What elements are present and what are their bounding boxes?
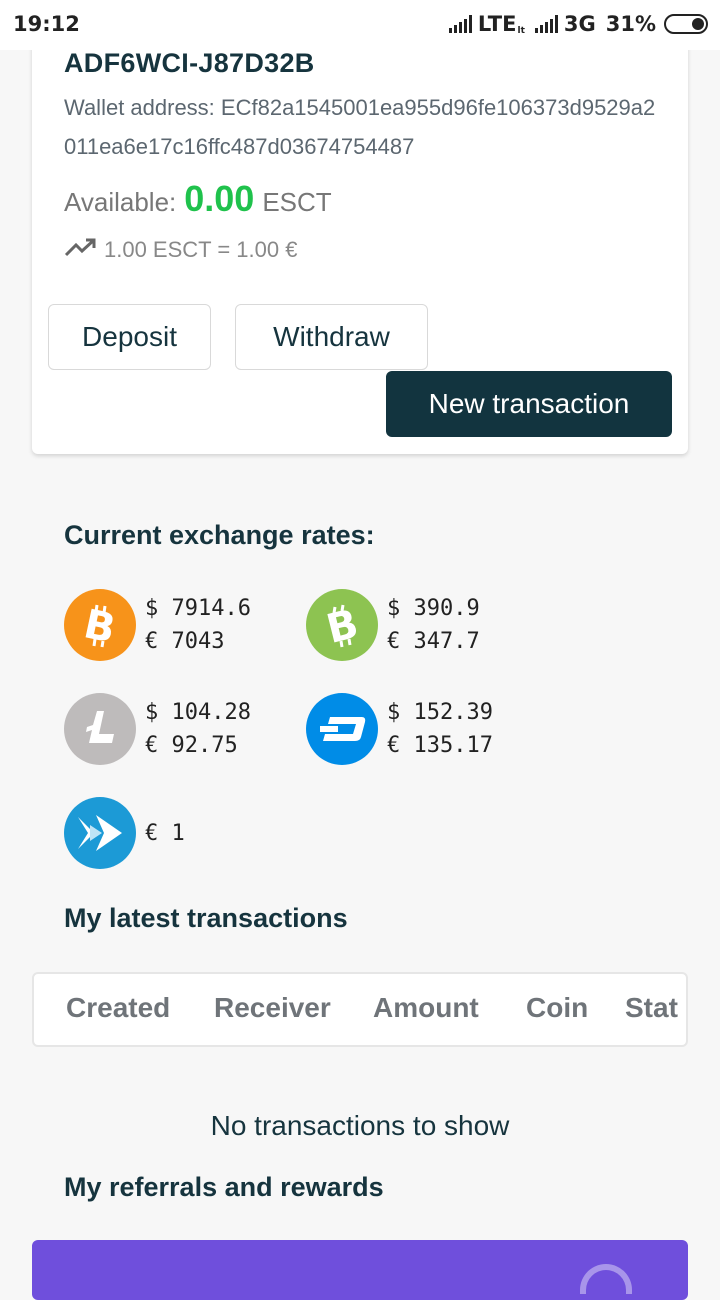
conversion-rate: 1.00 ESCT = 1.00 €	[64, 236, 297, 264]
escoin-eur: € 1	[145, 820, 185, 846]
bitcoin-eur: € 7043	[145, 629, 225, 654]
bitcoin-usd: $ 7914.6	[145, 596, 251, 621]
available-label: Available:	[64, 187, 177, 217]
svg-text:B: B	[80, 601, 119, 649]
coin-rate-bitcoin-cash: B $ 390.9 € 347.7	[306, 589, 480, 661]
bitcoin-cash-eur: € 347.7	[387, 629, 480, 654]
referrals-title: My referrals and rewards	[64, 1172, 384, 1202]
available-currency: ESCT	[262, 187, 332, 217]
status-icons: LTE lt 3G 31%	[448, 12, 708, 36]
available-balance: Available: 0.00 ESCT	[64, 178, 332, 220]
referral-logo-icon	[580, 1264, 632, 1294]
wallet-address: Wallet address: ECf82a1545001ea955d96fe1…	[64, 88, 664, 166]
dash-eur: € 135.17	[387, 733, 493, 758]
column-coin[interactable]: Coin	[526, 992, 588, 1024]
transactions-table-header[interactable]: Created Receiver Amount Coin Stat	[32, 972, 688, 1047]
new-transaction-button[interactable]: New transaction	[386, 371, 672, 437]
referrals-banner[interactable]	[32, 1240, 688, 1300]
coin-rate-litecoin: $ 104.28 € 92.75	[64, 693, 251, 765]
column-receiver[interactable]: Receiver	[214, 992, 331, 1024]
bitcoin-cash-icon: B	[306, 589, 378, 661]
battery-percent: 31%	[605, 12, 656, 36]
dash-icon	[306, 693, 378, 765]
wallet-id: ADF6WCI-J87D32B	[64, 48, 315, 78]
conversion-rate-text: 1.00 ESCT = 1.00 €	[104, 237, 298, 262]
status-time: 19:12	[13, 12, 80, 36]
bitcoin-icon: B	[64, 589, 136, 661]
litecoin-eur: € 92.75	[145, 733, 238, 758]
signal-icon	[448, 15, 472, 33]
withdraw-button[interactable]: Withdraw	[235, 304, 428, 370]
network-type-1: LTE	[477, 12, 517, 36]
coin-rate-bitcoin: B $ 7914.6 € 7043	[64, 589, 251, 661]
status-bar: 19:12 LTE lt 3G 31%	[0, 0, 720, 50]
column-status[interactable]: Stat	[625, 992, 678, 1024]
litecoin-usd: $ 104.28	[145, 700, 251, 725]
litecoin-icon	[64, 693, 136, 765]
column-amount[interactable]: Amount	[373, 992, 479, 1024]
escoin-icon	[64, 797, 136, 869]
transactions-title: My latest transactions	[64, 903, 348, 933]
wallet-address-label: Wallet address:	[64, 95, 221, 120]
wallet-card: ADF6WCI-J87D32B Wallet address: ECf82a15…	[32, 20, 688, 454]
bitcoin-cash-usd: $ 390.9	[387, 596, 480, 621]
transactions-empty-text: No transactions to show	[210, 1110, 510, 1141]
dash-usd: $ 152.39	[387, 700, 493, 725]
network-type-2: 3G	[563, 12, 596, 36]
network-sub: lt	[517, 26, 525, 36]
trending-up-icon	[64, 236, 98, 264]
deposit-button[interactable]: Deposit	[48, 304, 211, 370]
exchange-rates-title: Current exchange rates:	[64, 520, 375, 550]
available-amount: 0.00	[184, 178, 255, 219]
column-created[interactable]: Created	[66, 992, 170, 1024]
coin-rate-escoin: € 1	[64, 797, 185, 869]
battery-icon	[664, 14, 708, 34]
signal-icon-2	[534, 15, 558, 33]
coin-rate-dash: $ 152.39 € 135.17	[306, 693, 493, 765]
